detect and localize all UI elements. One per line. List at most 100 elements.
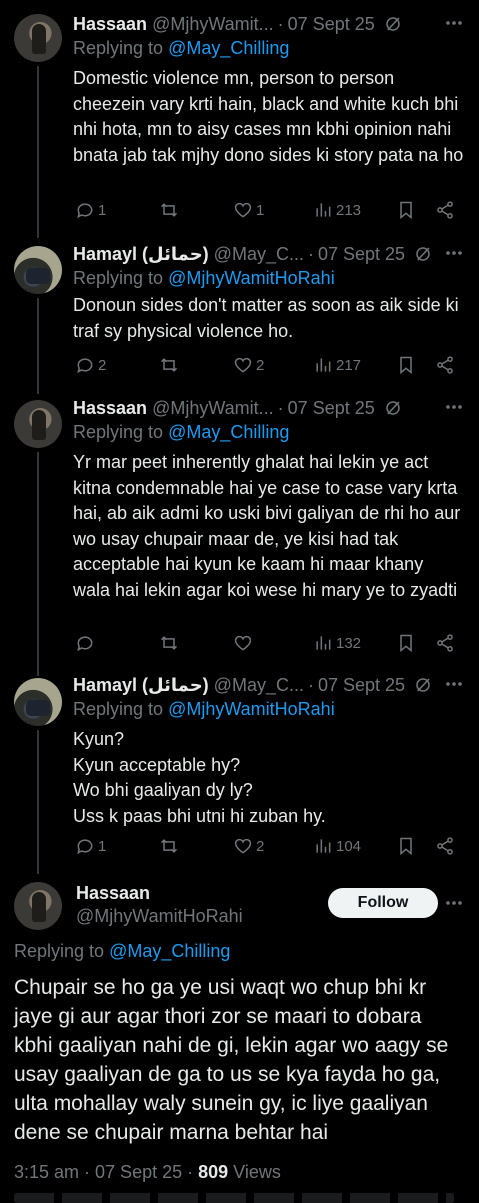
author-name[interactable]: Hamayl (حمائل) — [73, 244, 209, 265]
action-bar: 132 — [73, 631, 465, 655]
reply-count: 2 — [98, 356, 107, 374]
tweet-date[interactable]: 07 Sept 25 — [288, 14, 375, 35]
more-icon[interactable] — [443, 892, 465, 914]
heart-icon — [234, 202, 252, 218]
thread-line — [37, 730, 39, 874]
action-bar: 1 1 213 — [73, 198, 465, 222]
retweet-button[interactable] — [159, 355, 179, 375]
views-button[interactable]: 217 — [313, 355, 361, 375]
author-handle[interactable]: @MjhyWamit... — [152, 398, 274, 419]
views-label: Views — [228, 1162, 281, 1182]
avatar[interactable] — [14, 882, 62, 930]
follow-button[interactable]: Follow — [328, 888, 438, 918]
like-count: 2 — [256, 837, 265, 855]
bookmark-button[interactable] — [396, 836, 416, 856]
views-icon — [316, 636, 331, 650]
replying-to: Replying to @May_Chilling — [73, 422, 290, 442]
reply-button[interactable] — [75, 633, 98, 653]
like-count: 1 — [256, 201, 265, 219]
grok-icon[interactable] — [414, 245, 432, 263]
mention-link[interactable]: @MjhyWamitHoRahi — [168, 268, 335, 288]
reply-button[interactable]: 1 — [75, 200, 106, 220]
share-button[interactable] — [435, 200, 455, 220]
share-button[interactable] — [435, 355, 455, 375]
reply-button[interactable]: 2 — [75, 355, 106, 375]
views-count: 809 — [198, 1162, 229, 1182]
reply-icon — [77, 636, 93, 652]
mention-link[interactable]: @MjhyWamitHoRahi — [168, 699, 335, 719]
tweet-timestamp[interactable]: 3:15 am · 07 Sept 25 · — [14, 1162, 198, 1182]
tweet-text: Donoun sides don't matter as soon as aik… — [73, 295, 464, 341]
tweet-date[interactable]: 07 Sept 25 — [288, 398, 375, 419]
like-button[interactable] — [233, 633, 256, 653]
retweet-icon — [160, 839, 178, 853]
views-icon — [316, 358, 331, 372]
replying-to: Replying to @MjhyWamitHoRahi — [73, 268, 335, 288]
replying-to: Replying to @May_Chilling — [14, 941, 231, 961]
reply-button[interactable]: 1 — [75, 836, 106, 856]
thread-line — [37, 452, 39, 676]
more-icon[interactable] — [443, 242, 465, 264]
mention-link[interactable]: @May_Chilling — [168, 38, 289, 58]
bookmark-icon — [400, 201, 412, 220]
grok-icon[interactable] — [384, 399, 402, 417]
author-handle[interactable]: @May_C... — [214, 244, 304, 265]
like-button[interactable]: 2 — [233, 355, 264, 375]
grok-icon[interactable] — [414, 676, 432, 694]
author-handle[interactable]: @May_C... — [214, 675, 304, 696]
views-button[interactable]: 132 — [313, 633, 361, 653]
bookmark-button[interactable] — [396, 200, 416, 220]
mention-link[interactable]: @May_Chilling — [168, 422, 289, 442]
tweet-text: Chupair se ho ga ye usi waqt wo chup bhi… — [14, 976, 455, 1144]
share-icon — [437, 837, 453, 855]
replying-to: Replying to @May_Chilling — [73, 38, 290, 58]
share-button[interactable] — [435, 836, 455, 856]
views-count: 217 — [336, 356, 362, 374]
heart-icon — [234, 635, 252, 651]
more-icon[interactable] — [443, 12, 465, 34]
tweet-text: Kyun? Kyun acceptable hy? Wo bhi gaaliya… — [73, 729, 326, 826]
avatar[interactable] — [14, 400, 62, 448]
cropped-text-line — [14, 1193, 454, 1203]
avatar[interactable] — [14, 246, 62, 294]
retweet-icon — [160, 358, 178, 372]
bookmark-button[interactable] — [396, 355, 416, 375]
views-button[interactable]: 213 — [313, 200, 361, 220]
views-button[interactable]: 104 — [313, 836, 361, 856]
tweet-meta: 3:15 am · 07 Sept 25 · 809 Views — [14, 1162, 281, 1183]
retweet-icon — [160, 636, 178, 650]
tweet-header: Hassaan @MjhyWamit... · 07 Sept 25 — [73, 12, 465, 36]
author-name[interactable]: Hassaan — [76, 883, 150, 904]
author-handle[interactable]: @MjhyWamitHoRahi — [76, 906, 243, 927]
more-icon[interactable] — [443, 396, 465, 418]
retweet-icon — [160, 203, 178, 217]
heart-icon — [234, 838, 252, 854]
retweet-button[interactable] — [159, 836, 179, 856]
more-icon[interactable] — [443, 673, 465, 695]
retweet-button[interactable] — [159, 633, 179, 653]
author-handle[interactable]: @MjhyWamit... — [152, 14, 274, 35]
share-icon — [437, 356, 453, 374]
replying-to: Replying to @MjhyWamitHoRahi — [73, 699, 335, 719]
bookmark-button[interactable] — [396, 633, 416, 653]
views-count: 104 — [336, 837, 362, 855]
tweet-date[interactable]: 07 Sept 25 — [318, 244, 405, 265]
tweet-date[interactable]: 07 Sept 25 — [318, 675, 405, 696]
like-button[interactable]: 1 — [233, 200, 264, 220]
share-icon — [437, 201, 453, 219]
avatar[interactable] — [14, 678, 62, 726]
author-name[interactable]: Hamayl (حمائل) — [73, 675, 209, 696]
like-button[interactable]: 2 — [233, 836, 264, 856]
mention-link[interactable]: @May_Chilling — [109, 941, 230, 961]
retweet-button[interactable] — [159, 200, 179, 220]
bookmark-icon — [400, 356, 412, 375]
tweet-text: Yr mar peet inherently ghalat hai lekin … — [73, 452, 466, 600]
share-icon — [437, 634, 453, 652]
grok-icon[interactable] — [384, 15, 402, 33]
author-name[interactable]: Hassaan — [73, 14, 147, 35]
author-name[interactable]: Hassaan — [73, 398, 147, 419]
thread-line — [37, 298, 39, 394]
heart-icon — [234, 357, 252, 373]
avatar[interactable] — [14, 14, 62, 62]
share-button[interactable] — [435, 633, 455, 653]
